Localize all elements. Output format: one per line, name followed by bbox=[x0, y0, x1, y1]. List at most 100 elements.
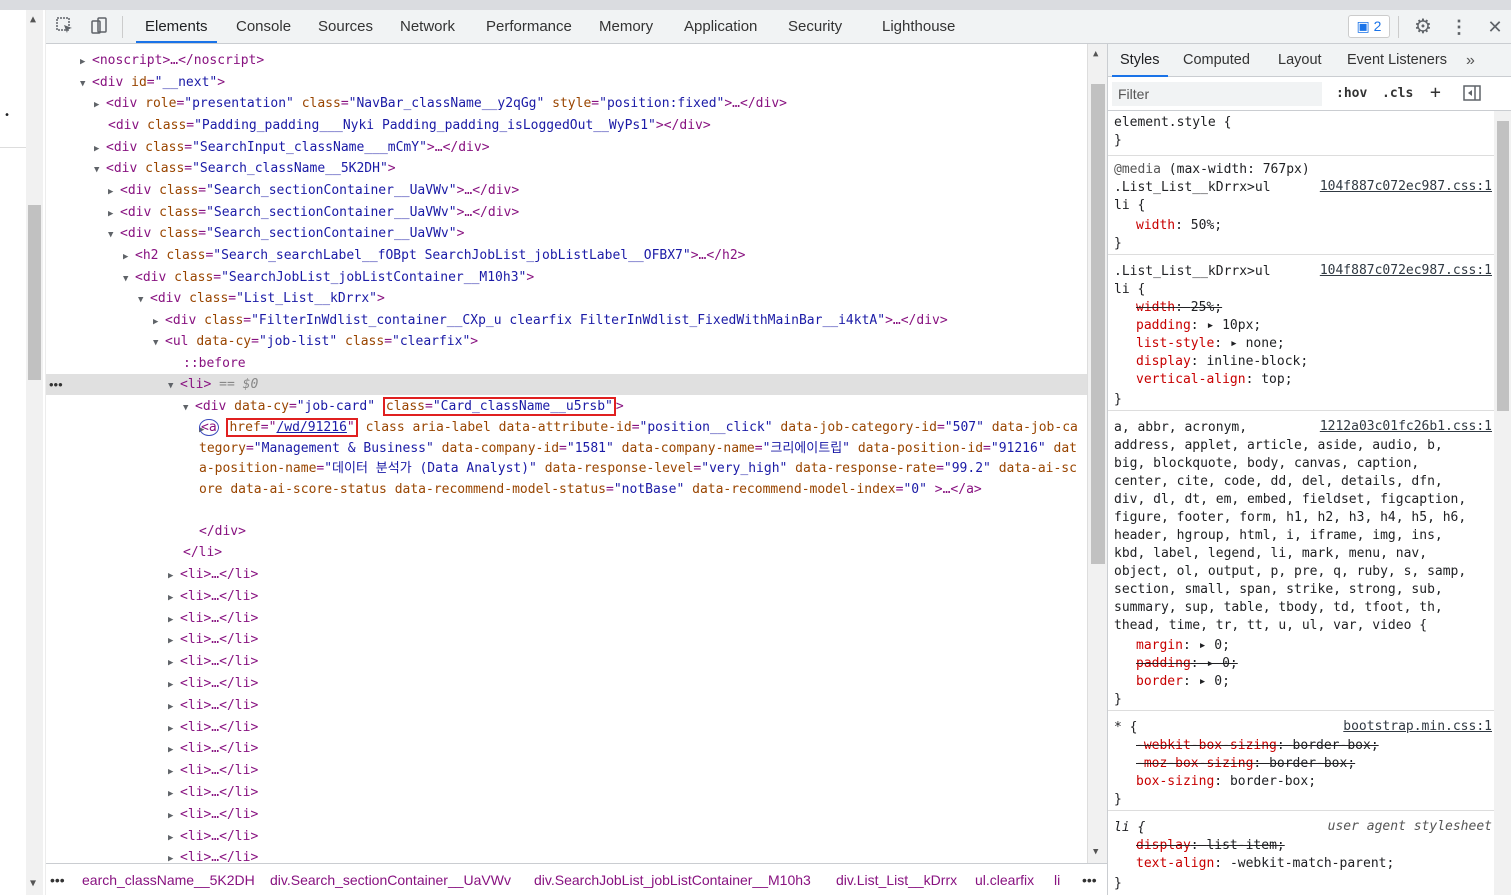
inspect-icon[interactable] bbox=[54, 16, 76, 38]
href-link[interactable]: /wd/91216 bbox=[276, 420, 346, 435]
cls-button[interactable]: .cls bbox=[1382, 86, 1413, 101]
dom-node-li[interactable]: ▶ <li>…</li> bbox=[168, 587, 258, 607]
scrollbar-thumb[interactable] bbox=[1091, 84, 1105, 564]
dom-node-li[interactable]: ▶ <li>…</li> bbox=[168, 761, 258, 781]
dom-node-li[interactable]: ▶ <li>…</li> bbox=[168, 718, 258, 738]
expand-arrow-icon[interactable]: ▶ bbox=[168, 610, 180, 630]
dom-node-list[interactable]: ▼ <div class="List_List__kDrrx"> bbox=[138, 289, 385, 309]
style-rule-bootstrap[interactable]: * { bootstrap.min.css:1 -webkit-box-sizi… bbox=[1108, 711, 1494, 811]
expand-arrow-icon[interactable]: ▶ bbox=[168, 740, 180, 760]
expand-arrow-icon[interactable]: ▶ bbox=[168, 631, 180, 651]
tab-memory[interactable]: Memory bbox=[590, 10, 662, 43]
expand-arrow-icon[interactable]: ▶ bbox=[94, 139, 106, 159]
style-rule-reset[interactable]: 1212a03c01fc26b1.css:1 a, abbr, acronym,… bbox=[1108, 411, 1494, 711]
dom-node-li[interactable]: ▶ <li>…</li> bbox=[168, 805, 258, 825]
scroll-up-icon[interactable]: ▲ bbox=[30, 14, 36, 25]
collapse-arrow-icon[interactable]: ▼ bbox=[94, 160, 106, 180]
expand-arrow-icon[interactable]: ▶ bbox=[168, 762, 180, 782]
source-link[interactable]: bootstrap.min.css:1 bbox=[1343, 719, 1492, 734]
collapse-arrow-icon[interactable]: ▼ bbox=[138, 290, 150, 310]
expand-arrow-icon[interactable]: ▶ bbox=[168, 588, 180, 608]
dom-node-li[interactable]: ▶ <li>…</li> bbox=[168, 652, 258, 672]
toggle-sidebar-icon[interactable] bbox=[1462, 83, 1482, 107]
hov-button[interactable]: :hov bbox=[1336, 86, 1367, 101]
dom-node-joblistcontainer[interactable]: ▼ <div class="SearchJobList_jobListContai… bbox=[123, 268, 534, 288]
dom-node-navbar[interactable]: ▶ <div role="presentation" class="NavBar_… bbox=[94, 94, 787, 114]
collapse-arrow-icon[interactable]: ▼ bbox=[123, 269, 135, 289]
page-scrollbar[interactable] bbox=[26, 10, 43, 895]
breadcrumb-item[interactable]: li bbox=[1054, 872, 1061, 888]
more-tabs-icon[interactable]: » bbox=[1466, 44, 1475, 77]
tab-performance[interactable]: Performance bbox=[477, 10, 581, 43]
tab-event-listeners[interactable]: Event Listeners bbox=[1347, 44, 1447, 77]
css-declaration[interactable]: border: ▸ 0; bbox=[1136, 673, 1230, 691]
css-declaration[interactable]: display: list-item; bbox=[1136, 837, 1285, 855]
dom-node-noscript[interactable]: ▶ <noscript>…</noscript> bbox=[80, 51, 264, 71]
scroll-up-icon[interactable]: ▲ bbox=[1093, 49, 1098, 59]
collapse-arrow-icon[interactable]: ▼ bbox=[153, 333, 165, 353]
dom-node-anchor[interactable]: <a href="/wd/91216" class aria-label dat… bbox=[199, 418, 1079, 500]
dom-node-filter[interactable]: ▶ <div class="FilterInWdlist_container__C… bbox=[153, 311, 948, 331]
css-declaration[interactable]: display: inline-block; bbox=[1136, 353, 1308, 371]
dom-node-li[interactable]: ▶ <li>…</li> bbox=[168, 630, 258, 650]
dom-node-li[interactable]: ▶ <li>…</li> bbox=[168, 565, 258, 585]
expand-arrow-icon[interactable]: ▶ bbox=[168, 828, 180, 848]
styles-filter-input[interactable] bbox=[1112, 82, 1322, 106]
css-declaration[interactable]: list-style: ▸ none; bbox=[1136, 335, 1285, 353]
dom-node-li[interactable]: ▶ <li>…</li> bbox=[168, 609, 258, 629]
breadcrumb-item[interactable]: div.SearchJobList_jobListContainer__M10h… bbox=[534, 872, 811, 888]
tab-sources[interactable]: Sources bbox=[309, 10, 382, 43]
tab-security[interactable]: Security bbox=[779, 10, 851, 43]
expand-arrow-icon[interactable]: ▶ bbox=[80, 52, 92, 72]
style-rule-list[interactable]: .List_List__kDrrx>ul 104f887c072ec987.cs… bbox=[1108, 255, 1494, 411]
style-rule-element[interactable]: element.style { } bbox=[1108, 111, 1494, 156]
dom-node-h2[interactable]: ▶ <h2 class="Search_searchLabel__fOBpt Se… bbox=[123, 246, 746, 266]
css-declaration[interactable]: width: 50%; bbox=[1136, 217, 1222, 235]
dom-node-section[interactable]: ▶ <div class="Search_sectionContainer__Ua… bbox=[108, 181, 519, 201]
css-declaration[interactable]: box-sizing: border-box; bbox=[1136, 773, 1316, 791]
expand-arrow-icon[interactable]: ▶ bbox=[168, 849, 180, 863]
css-declaration[interactable]: padding: ▸ 10px; bbox=[1136, 317, 1261, 335]
tab-computed[interactable]: Computed bbox=[1183, 44, 1250, 77]
dom-node-searchinput[interactable]: ▶ <div class="SearchInput_className___mCm… bbox=[94, 138, 490, 158]
expand-arrow-icon[interactable]: ▶ bbox=[108, 182, 120, 202]
dom-node-li[interactable]: ▶ <li>…</li> bbox=[168, 783, 258, 803]
tab-network[interactable]: Network bbox=[391, 10, 464, 43]
scroll-down-icon[interactable]: ▼ bbox=[30, 878, 36, 889]
collapse-arrow-icon[interactable]: ▼ bbox=[183, 398, 195, 418]
expand-arrow-icon[interactable]: ▶ bbox=[168, 566, 180, 586]
device-toggle-icon[interactable] bbox=[88, 16, 110, 38]
dom-node-ul[interactable]: ▼ <ul data-cy="job-list" class="clearfix"… bbox=[153, 332, 478, 352]
gear-icon[interactable]: ⚙ bbox=[1412, 16, 1434, 38]
breadcrumb-item[interactable]: div.List_List__kDrrx bbox=[836, 872, 957, 888]
dom-node-li[interactable]: ▶ <li>…</li> bbox=[168, 696, 258, 716]
dom-node-section-open[interactable]: ▼ <div class="Search_sectionContainer__Ua… bbox=[108, 224, 464, 244]
styles-scrollbar-thumb[interactable] bbox=[1497, 121, 1509, 411]
expand-arrow-icon[interactable]: ▶ bbox=[168, 675, 180, 695]
tab-layout[interactable]: Layout bbox=[1278, 44, 1322, 77]
dom-node-li[interactable]: ▶ <li>…</li> bbox=[168, 848, 258, 863]
close-icon[interactable]: ✕ bbox=[1484, 16, 1506, 38]
page-scrollbar-thumb[interactable] bbox=[28, 205, 41, 380]
dom-node-li-selected[interactable]: ▼ <li> == $0 bbox=[168, 375, 258, 395]
styles-scrollbar[interactable] bbox=[1494, 111, 1511, 895]
scroll-down-icon[interactable]: ▼ bbox=[1093, 847, 1098, 857]
expand-arrow-icon[interactable]: ▶ bbox=[168, 697, 180, 717]
dom-node-padding[interactable]: <div class="Padding_padding___Nyki Paddi… bbox=[108, 116, 711, 136]
breadcrumb-item[interactable]: ul.clearfix bbox=[975, 872, 1034, 888]
collapse-arrow-icon[interactable]: ▼ bbox=[108, 225, 120, 245]
style-rule-media[interactable]: @media (max-width: 767px) .List_List__kD… bbox=[1108, 156, 1494, 255]
dom-node-card[interactable]: ▼ <div data-cy="job-card" class="Card_cla… bbox=[183, 397, 624, 417]
expand-arrow-icon[interactable]: ▶ bbox=[168, 784, 180, 804]
source-link[interactable]: 104f887c072ec987.css:1 bbox=[1320, 179, 1492, 194]
dom-node-section[interactable]: ▶ <div class="Search_sectionContainer__Ua… bbox=[108, 203, 519, 223]
collapse-arrow-icon[interactable]: ▼ bbox=[168, 376, 180, 396]
breadcrumb-item[interactable]: div.Search_sectionContainer__UaVWv bbox=[270, 872, 511, 888]
css-declaration[interactable]: vertical-align: top; bbox=[1136, 371, 1293, 389]
tab-application[interactable]: Application bbox=[675, 10, 766, 43]
new-rule-plus-icon[interactable]: + bbox=[1430, 82, 1441, 103]
style-rule-useragent[interactable]: li { user agent stylesheet display: list… bbox=[1108, 811, 1494, 895]
more-vertical-icon[interactable]: ⋮ bbox=[1448, 16, 1470, 38]
issues-button[interactable]: ▣ 2 bbox=[1348, 15, 1390, 38]
css-declaration[interactable]: -webkit-box-sizing: border-box; bbox=[1136, 737, 1379, 755]
